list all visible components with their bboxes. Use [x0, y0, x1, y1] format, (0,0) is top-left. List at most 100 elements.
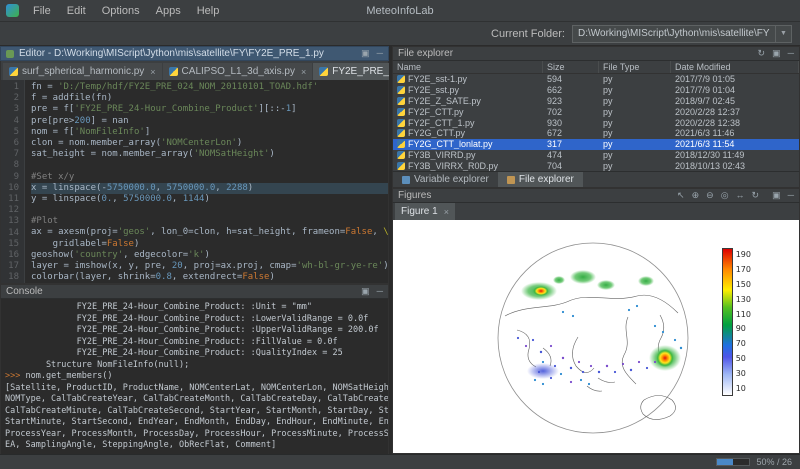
python-file-icon [397, 151, 405, 159]
explorer-tabs: Variable explorerFile explorer [392, 171, 800, 188]
console-line: FY2E_PRE_24-Hour_Combine_Product: :Unit … [5, 302, 384, 314]
figures-toolbar: ↖ ⊕ ⊖ ◎ ↔ ↻ [677, 191, 759, 200]
full-extent-icon[interactable]: ◎ [721, 191, 729, 200]
python-file-icon [397, 108, 405, 116]
file-date: 2020/2/28 12:37 [671, 107, 799, 117]
current-folder-combobox[interactable]: D:\Working\MIScript\Jython\mis\satellite… [572, 25, 792, 43]
colorbar-tick-label: 10 [736, 385, 751, 393]
colorbar-tick-label: 110 [736, 311, 751, 319]
close-icon[interactable]: × [444, 207, 449, 217]
figure-canvas[interactable]: 1901701501301109070503010 [392, 220, 800, 454]
file-date: 2018/10/13 02:43 [671, 161, 799, 171]
file-size: 930 [543, 118, 599, 128]
python-file-icon [397, 162, 405, 170]
colorbar-tick-label: 70 [736, 340, 751, 348]
file-row[interactable]: FY2E_sst-1.py594py2017/7/9 01:05 [393, 74, 799, 85]
colorbar-tick-label: 130 [736, 296, 751, 304]
file-type: py [599, 96, 671, 106]
float-panel-icon[interactable]: ▣ [361, 49, 370, 58]
colorbar-tick-label: 90 [736, 325, 751, 333]
console-line: FY2E_PRE_24-Hour_Combine_Product: :Quali… [5, 348, 384, 360]
column-header-file-type[interactable]: File Type [599, 61, 671, 73]
python-file-icon [397, 75, 405, 83]
pan-icon[interactable]: ↔ [736, 191, 745, 200]
minimize-panel-icon[interactable]: ─ [377, 49, 383, 58]
file-name: FY2F_CTT.py [408, 107, 464, 117]
colorbar-gradient [722, 248, 733, 396]
code-line: clon = nom.member_array('NOMCenterLon') [31, 138, 388, 149]
code-line: pre = f['FY2E_PRE_24-Hour_Combine_Produc… [31, 104, 388, 115]
code-line: geoshow('country', edgecolor='k') [31, 250, 388, 261]
minimize-panel-icon[interactable]: ─ [788, 49, 794, 58]
menu-apps[interactable]: Apps [148, 3, 189, 19]
menu-options[interactable]: Options [94, 3, 148, 19]
console-line: Structure NomFileInfo(null); [5, 360, 384, 372]
file-name: FY3B_VIRRD.py [408, 150, 476, 160]
float-panel-icon[interactable]: ▣ [361, 287, 370, 296]
python-file-icon [9, 67, 18, 76]
file-row[interactable]: FY2E_sst.py662py2017/7/9 01:04 [393, 85, 799, 96]
file-date: 2017/7/9 01:05 [671, 74, 799, 84]
zoom-in-icon[interactable]: ⊕ [692, 191, 700, 200]
file-row[interactable]: FY2G_CTT.py672py2021/6/3 11:46 [393, 128, 799, 139]
code-editor[interactable]: 123456789101112131415161718 fn = 'D:/Tem… [0, 80, 389, 284]
menu-edit[interactable]: Edit [59, 3, 94, 19]
current-folder-label: Current Folder: [491, 28, 565, 40]
float-panel-icon[interactable]: ▣ [772, 191, 781, 200]
toolbar: Current Folder: D:\Working\MIScript\Jyth… [0, 22, 800, 46]
colorbar-tick-label: 50 [736, 355, 751, 363]
python-file-icon [397, 140, 405, 148]
file-name: FY2E_sst-1.py [408, 74, 467, 84]
code-line [31, 160, 388, 171]
file-row[interactable]: FY2E_Z_SATE.py923py2018/9/7 02:45 [393, 96, 799, 107]
refresh-icon[interactable]: ↻ [758, 49, 766, 58]
current-folder-value: D:\Working\MIScript\Jython\mis\satellite… [573, 28, 775, 39]
tab-variable-explorer[interactable]: Variable explorer [393, 172, 498, 187]
code-line: layer = imshow(x, y, pre, 20, proj=ax.pr… [31, 261, 388, 272]
file-row[interactable]: FY3B_VIRRD.py474py2018/12/30 11:49 [393, 150, 799, 161]
console-line: FY2E_PRE_24-Hour_Combine_Product: :Lower… [5, 314, 384, 326]
minimize-panel-icon[interactable]: ─ [788, 191, 794, 200]
memory-indicator[interactable] [716, 458, 750, 466]
file-type: py [599, 150, 671, 160]
file-row[interactable]: FY3B_VIRRX_R0D.py704py2018/10/13 02:43 [393, 160, 799, 171]
file-size: 704 [543, 161, 599, 171]
editor-tab[interactable]: CALIPSO_L1_3d_axis.py× [163, 63, 313, 80]
file-row[interactable]: FY2F_CTT_1.py930py2020/2/28 12:38 [393, 117, 799, 128]
rotate-icon[interactable]: ↻ [752, 191, 760, 200]
console-output[interactable]: FY2E_PRE_24-Hour_Combine_Product: :Unit … [0, 299, 389, 456]
zoom-out-icon[interactable]: ⊖ [706, 191, 714, 200]
file-type: py [599, 118, 671, 128]
editor-title-bar: Editor - D:\Working\MIScript\Jython\mis\… [0, 46, 389, 61]
menu-help[interactable]: Help [189, 3, 228, 19]
colorbar-tick-label: 30 [736, 370, 751, 378]
file-row[interactable]: FY2G_CTT_lonlat.py317py2021/6/3 11:54 [393, 139, 799, 150]
column-header-name[interactable]: Name [393, 61, 543, 73]
file-type: py [599, 74, 671, 84]
tab-file-explorer[interactable]: File explorer [498, 172, 583, 187]
select-icon[interactable]: ↖ [677, 191, 685, 200]
console-line: CalTabCreateMinute, CalTabCreateSecond, … [5, 406, 384, 418]
float-panel-icon[interactable]: ▣ [772, 49, 781, 58]
left-column: Editor - D:\Working\MIScript\Jython\mis\… [0, 46, 389, 454]
column-header-date-modified[interactable]: Date Modified [671, 61, 799, 73]
console-title-bar: Console ▣ ─ [0, 284, 389, 299]
minimize-panel-icon[interactable]: ─ [377, 287, 383, 296]
editor-tab[interactable]: surf_spherical_harmonic.py× [3, 63, 162, 80]
close-icon[interactable]: × [150, 67, 155, 77]
code-line: #Set x/y [31, 172, 388, 183]
editor-title: Editor - D:\Working\MIScript\Jython\mis\… [19, 48, 324, 59]
console-line: NOMType, CalTabCreateYear, CalTabCreateM… [5, 394, 384, 406]
file-size: 672 [543, 128, 599, 138]
menu-file[interactable]: File [25, 3, 59, 19]
figure-tabs: Figure 1 × [392, 203, 800, 220]
chevron-down-icon[interactable]: ▼ [775, 26, 791, 42]
figure-tab[interactable]: Figure 1 × [395, 203, 455, 220]
file-row[interactable]: FY2F_CTT.py702py2020/2/28 12:37 [393, 106, 799, 117]
file-explorer-title: File explorer [398, 48, 453, 59]
file-date: 2017/7/9 01:04 [671, 85, 799, 95]
column-header-size[interactable]: Size [543, 61, 599, 73]
close-icon[interactable]: × [301, 67, 306, 77]
file-date: 2021/6/3 11:46 [671, 128, 799, 138]
app-logo-icon [6, 4, 19, 17]
